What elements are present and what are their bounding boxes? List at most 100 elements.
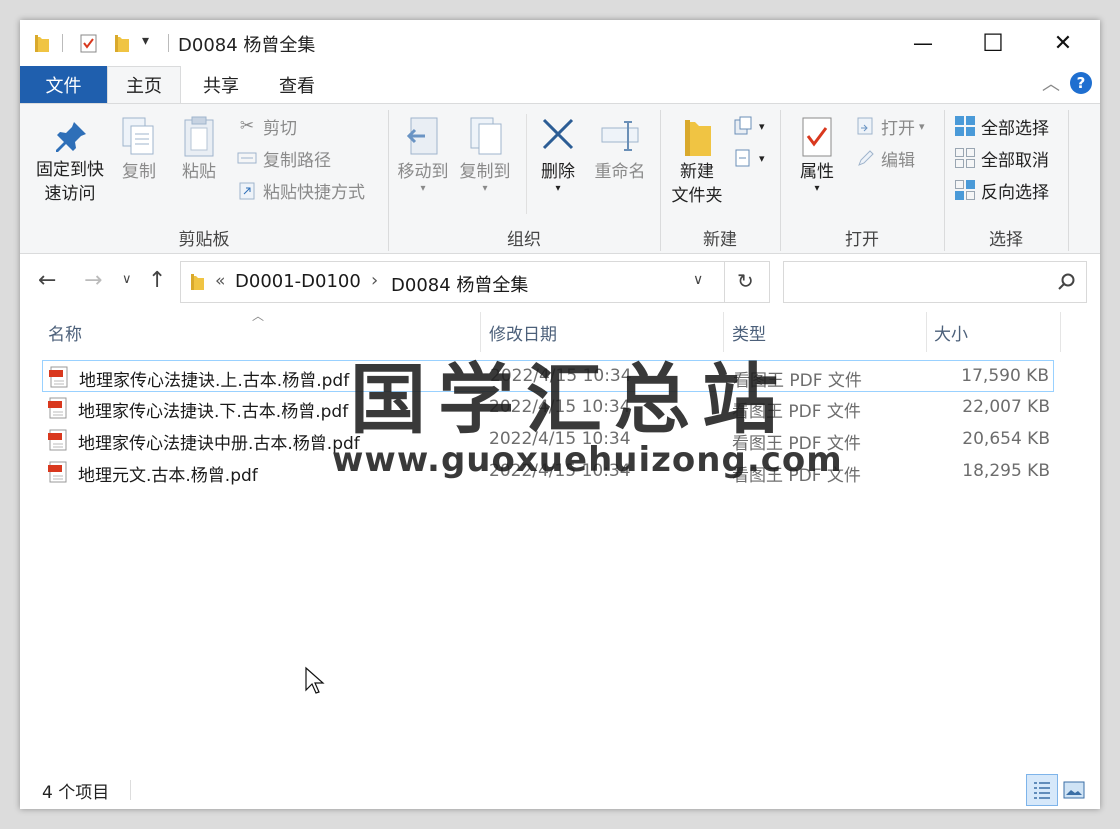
- file-name[interactable]: 地理家传心法捷诀.下.古本.杨曾.pdf: [78, 397, 348, 422]
- paste-shortcut-icon: [236, 179, 258, 201]
- help-icon[interactable]: ?: [1070, 72, 1092, 94]
- new-item-icon: [732, 115, 754, 137]
- breadcrumb-separator[interactable]: ›: [371, 270, 378, 291]
- new-item-button[interactable]: ▾: [732, 112, 765, 140]
- search-icon: [1058, 273, 1075, 290]
- copy-icon: [122, 117, 154, 155]
- collapse-ribbon-icon[interactable]: ︿: [1042, 70, 1060, 96]
- search-input[interactable]: [783, 261, 1087, 303]
- divider: [724, 262, 725, 302]
- file-size: 18,295 KB: [962, 461, 1050, 481]
- explorer-window: ▾ D0084 杨曾全集 — ☐ ✕ 文件 主页 共享 查看 ︿ ? 固定到快 …: [20, 20, 1100, 809]
- open-icon: [854, 115, 876, 137]
- minimize-icon: —: [913, 31, 933, 55]
- divider: [168, 34, 169, 52]
- select-none-icon: [954, 147, 976, 169]
- breadcrumb-overflow[interactable]: «: [215, 271, 225, 291]
- open-group-label: 打开: [845, 230, 879, 250]
- ribbon: 固定到快 速访问 复制 粘贴 ✂ 剪切 复制路径 粘贴快捷方式 剪贴板 移动到 ▾: [20, 103, 1100, 254]
- organize-group-label: 组织: [507, 230, 541, 250]
- address-dropdown-icon[interactable]: ∨: [693, 272, 703, 288]
- rename-icon: [601, 121, 639, 151]
- cut-button[interactable]: ✂ 剪切: [236, 112, 297, 140]
- large-icons-view-button[interactable]: [1062, 778, 1086, 802]
- easy-access-button[interactable]: ▾: [732, 144, 765, 172]
- paste-label: 粘贴: [182, 162, 216, 182]
- folder-icon: [191, 274, 204, 290]
- maximize-icon: ☐: [982, 29, 1004, 57]
- paste-shortcut-label: 粘贴快捷方式: [263, 182, 365, 203]
- back-arrow-icon[interactable]: ←: [38, 268, 56, 293]
- column-header-size[interactable]: 大小: [934, 320, 968, 345]
- properties-button[interactable]: 属性 ▾: [788, 114, 846, 194]
- customize-quick-access-icon[interactable]: ▾: [142, 33, 149, 49]
- delete-x-icon: [542, 118, 574, 150]
- breadcrumb-item[interactable]: D0001-D0100: [235, 271, 361, 292]
- copy-button[interactable]: 复制: [114, 114, 164, 184]
- select-group-label: 选择: [989, 230, 1023, 250]
- tab-view[interactable]: 查看: [260, 66, 334, 103]
- invert-selection-button[interactable]: 反向选择: [954, 176, 1049, 204]
- paste-shortcut-button[interactable]: 粘贴快捷方式: [236, 176, 365, 204]
- divider: [526, 114, 527, 214]
- divider: [62, 34, 63, 52]
- move-to-button[interactable]: 移动到 ▾: [394, 114, 452, 194]
- edit-button[interactable]: 编辑: [854, 144, 915, 172]
- paste-button[interactable]: 粘贴: [174, 114, 224, 184]
- edit-label: 编辑: [881, 150, 915, 171]
- pdf-file-icon: [48, 397, 67, 419]
- details-view-button[interactable]: [1026, 774, 1058, 806]
- tab-share[interactable]: 共享: [184, 66, 258, 103]
- file-name[interactable]: 地理元文.古本.杨曾.pdf: [78, 461, 258, 486]
- window-title: D0084 杨曾全集: [178, 35, 316, 56]
- pin-label-line1: 固定到快: [36, 160, 104, 180]
- copy-path-icon: [236, 147, 258, 169]
- forward-arrow-icon[interactable]: →: [84, 268, 102, 293]
- up-arrow-icon[interactable]: ↑: [148, 268, 166, 293]
- properties-label: 属性: [800, 162, 834, 182]
- column-separator[interactable]: [926, 312, 927, 352]
- select-all-button[interactable]: 全部选择: [954, 112, 1049, 140]
- group-separator: [1068, 110, 1069, 251]
- delete-button[interactable]: 删除 ▾: [532, 114, 584, 194]
- open-button[interactable]: 打开 ▾: [854, 112, 925, 140]
- edit-pencil-icon: [854, 147, 876, 169]
- scissors-icon: ✂: [239, 116, 255, 136]
- column-header-name[interactable]: 名称: [48, 320, 82, 345]
- tab-file[interactable]: 文件: [20, 66, 107, 103]
- recent-locations-chevron-icon[interactable]: ∨: [122, 272, 132, 287]
- title-bar: ▾ D0084 杨曾全集 — ☐ ✕: [20, 20, 1100, 66]
- cut-label: 剪切: [263, 118, 297, 139]
- file-name[interactable]: 地理家传心法捷诀中册.古本.杨曾.pdf: [78, 429, 360, 454]
- new-folder-label-line1: 新建: [680, 162, 714, 182]
- pin-to-quick-access-button[interactable]: 固定到快 速访问: [28, 118, 112, 206]
- close-button[interactable]: ✕: [1028, 20, 1098, 66]
- refresh-icon[interactable]: ↻: [737, 269, 754, 293]
- copy-to-label: 复制到: [459, 162, 511, 182]
- copy-path-button[interactable]: 复制路径: [236, 144, 331, 172]
- file-name[interactable]: 地理家传心法捷诀.上.古本.杨曾.pdf: [79, 366, 349, 391]
- divider: [130, 780, 131, 800]
- rename-button[interactable]: 重命名: [590, 114, 650, 184]
- copy-to-button[interactable]: 复制到 ▾: [456, 114, 514, 194]
- select-all-icon: [954, 115, 976, 137]
- new-folder-icon: [685, 120, 711, 156]
- tab-home[interactable]: 主页: [107, 66, 181, 103]
- address-bar[interactable]: « D0001-D0100 › D0084 杨曾全集 ∨ ↻: [180, 261, 770, 303]
- new-folder-quick-icon[interactable]: [112, 32, 132, 54]
- status-item-count: 4 个项目: [42, 783, 110, 803]
- select-none-button[interactable]: 全部取消: [954, 144, 1049, 172]
- minimize-button[interactable]: —: [888, 20, 958, 66]
- new-folder-label-line2: 文件夹: [671, 186, 723, 206]
- paste-icon: [184, 116, 214, 157]
- folder-icon: [35, 35, 49, 52]
- watermark-title: 国学汇总站: [350, 355, 790, 444]
- column-separator[interactable]: [1060, 312, 1061, 352]
- breadcrumb-item[interactable]: D0084 杨曾全集: [391, 271, 528, 297]
- maximize-button[interactable]: ☐: [958, 20, 1028, 66]
- copy-path-label: 复制路径: [263, 150, 331, 171]
- pin-icon: [56, 122, 86, 152]
- new-folder-button[interactable]: 新建 文件夹: [666, 114, 728, 208]
- properties-check-icon[interactable]: [78, 32, 100, 54]
- mouse-cursor-icon: [305, 666, 325, 694]
